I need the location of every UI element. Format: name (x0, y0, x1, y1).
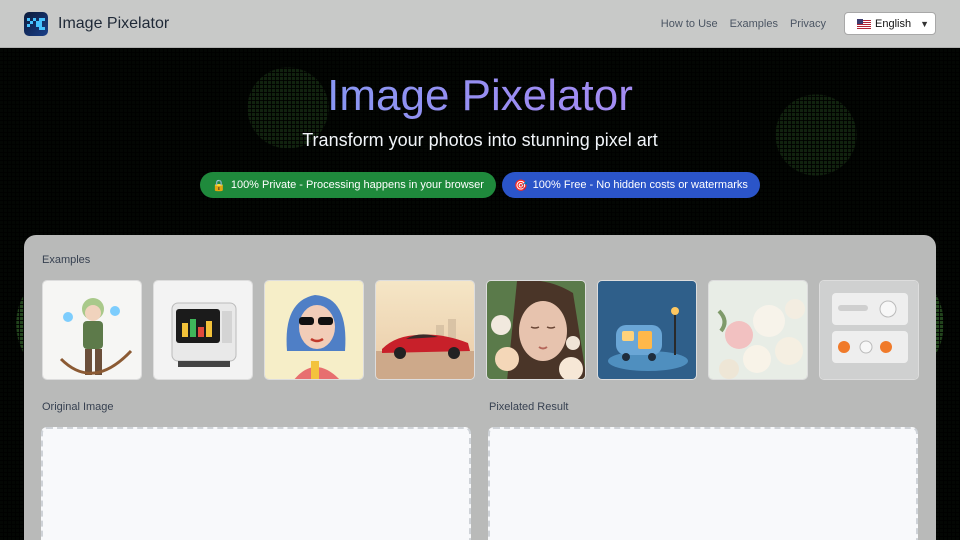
lock-icon: 🔒 (212, 179, 226, 192)
examples-row (42, 280, 919, 380)
example-thumb-control-panel[interactable] (819, 280, 919, 380)
nav-how-to-use[interactable]: How to Use (661, 18, 718, 30)
language-value: English (875, 17, 912, 30)
hero-subtitle: Transform your photos into stunning pixe… (302, 130, 658, 150)
example-thumb-monitor[interactable] (153, 280, 253, 380)
example-thumb-sunglasses-woman[interactable] (264, 280, 364, 380)
hero-title: Image Pixelator (0, 70, 960, 122)
private-badge-text: 100% Private - Processing happens in you… (230, 179, 484, 191)
app-logo-icon[interactable] (24, 11, 48, 36)
us-flag-icon (857, 18, 871, 29)
example-thumb-red-car[interactable] (375, 280, 475, 380)
chevron-down-icon: ▼ (920, 18, 929, 29)
language-select[interactable]: English ▼ (844, 12, 936, 35)
pixelated-result-label: Pixelated Result (489, 401, 569, 413)
example-thumb-archer[interactable] (42, 280, 142, 380)
pixelated-result-area (488, 427, 918, 540)
example-thumb-camper-van[interactable] (597, 280, 697, 380)
brand-name[interactable]: Image Pixelator (58, 15, 169, 33)
main-nav: How to Use Examples Privacy English ▼ (661, 12, 936, 35)
original-image-label: Original Image (42, 401, 114, 413)
nav-privacy[interactable]: Privacy (790, 18, 826, 30)
target-icon: 🎯 (513, 179, 528, 192)
nav-examples[interactable]: Examples (730, 18, 778, 30)
private-badge: 🔒 100% Private - Processing happens in y… (200, 172, 496, 198)
feature-badges: 🔒 100% Private - Processing happens in y… (0, 172, 960, 198)
original-image-dropzone[interactable] (41, 427, 471, 540)
top-navbar: Image Pixelator How to Use Examples Priv… (0, 0, 960, 48)
example-thumb-rose-woman[interactable] (486, 280, 586, 380)
free-badge: 🎯 100% Free - No hidden costs or waterma… (501, 172, 760, 198)
main-panel: Examples Original Image Pixelated Result (24, 235, 936, 540)
free-badge-text: 100% Free - No hidden costs or watermark… (532, 179, 748, 191)
examples-label: Examples (42, 254, 91, 266)
example-thumb-white-roses[interactable] (708, 280, 808, 380)
